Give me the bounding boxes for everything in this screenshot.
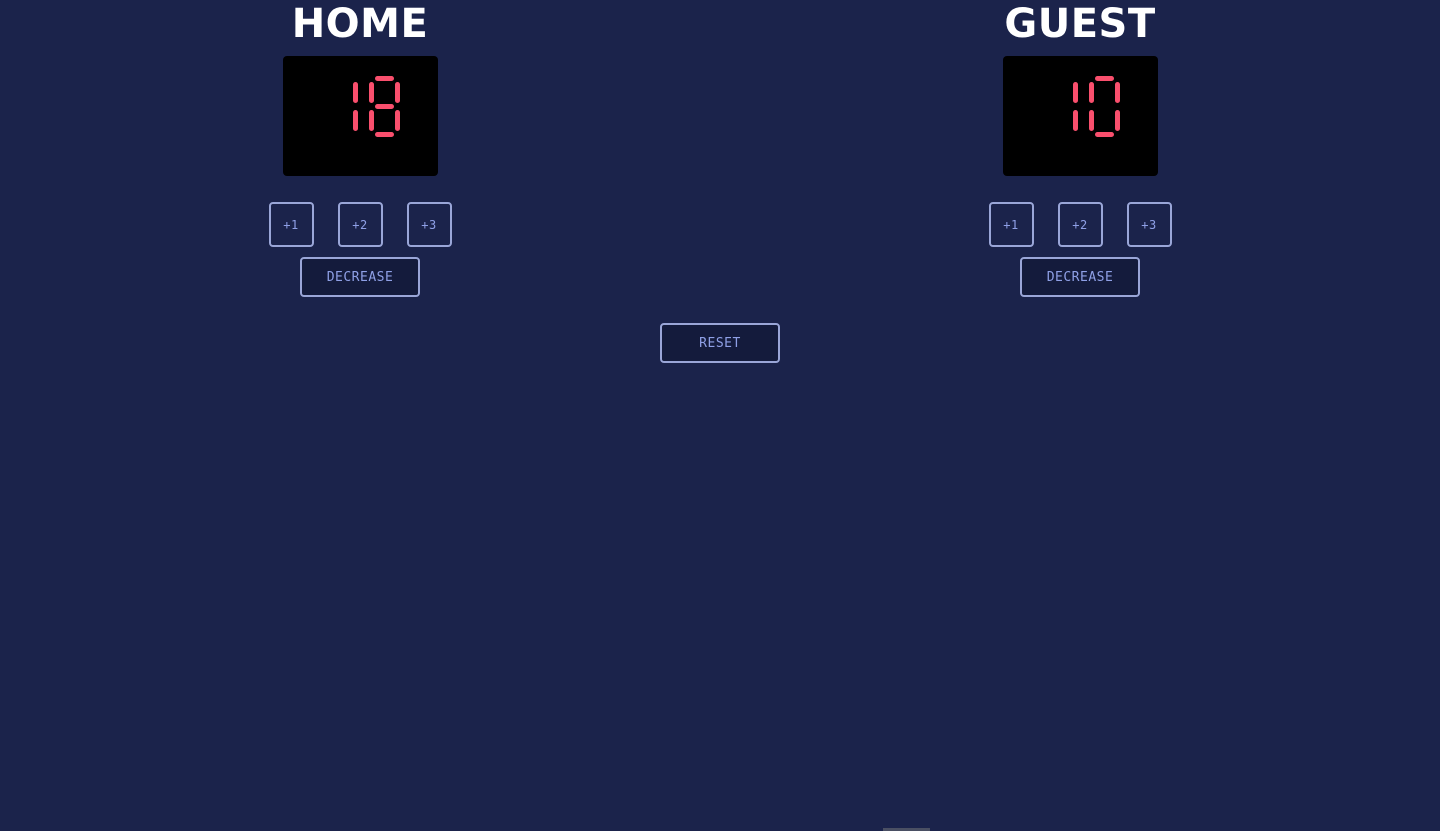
guest-decrease-button[interactable]: DECREASE (1020, 257, 1140, 297)
digit-segment (1115, 82, 1120, 103)
digit-segment (1115, 110, 1120, 131)
reset-button[interactable]: RESET (660, 323, 780, 363)
digit-segment (395, 82, 400, 103)
digit-segment (353, 82, 358, 103)
digit-segment (375, 76, 394, 81)
home-plus-two-button[interactable]: +2 (337, 202, 383, 247)
digit-segment (375, 104, 394, 109)
home-plus-one-button[interactable]: +1 (268, 202, 314, 247)
guest-panel: GUEST +1 +2 +3 DECREASE (980, 0, 1180, 297)
guest-score-digits (1073, 76, 1120, 137)
digit-segment (1095, 132, 1114, 137)
digit-segment (369, 82, 374, 103)
guest-title: GUEST (1004, 1, 1156, 47)
digit-segment (1095, 76, 1114, 81)
home-panel: HOME +1 +2 +3 DECREASE (260, 0, 460, 297)
digit-segment (369, 110, 374, 131)
guest-plus-two-button[interactable]: +2 (1057, 202, 1103, 247)
guest-plus-one-button[interactable]: +1 (988, 202, 1034, 247)
digit-segment (375, 132, 394, 137)
guest-plus-three-button[interactable]: +3 (1126, 202, 1172, 247)
home-score-display (282, 56, 438, 176)
digit-segment (395, 110, 400, 131)
guest-score-display (1002, 56, 1158, 176)
digit-segment (1089, 82, 1094, 103)
home-title: HOME (291, 1, 429, 47)
digit-segment (353, 110, 358, 131)
guest-increment-row: +1 +2 +3 (988, 202, 1172, 247)
home-decrease-button[interactable]: DECREASE (300, 257, 420, 297)
digit-segment (1073, 110, 1078, 131)
home-increment-row: +1 +2 +3 (268, 202, 452, 247)
digit-segment (1089, 110, 1094, 131)
digit-segment (1073, 82, 1078, 103)
home-score-digits (353, 76, 400, 137)
home-plus-three-button[interactable]: +3 (406, 202, 452, 247)
